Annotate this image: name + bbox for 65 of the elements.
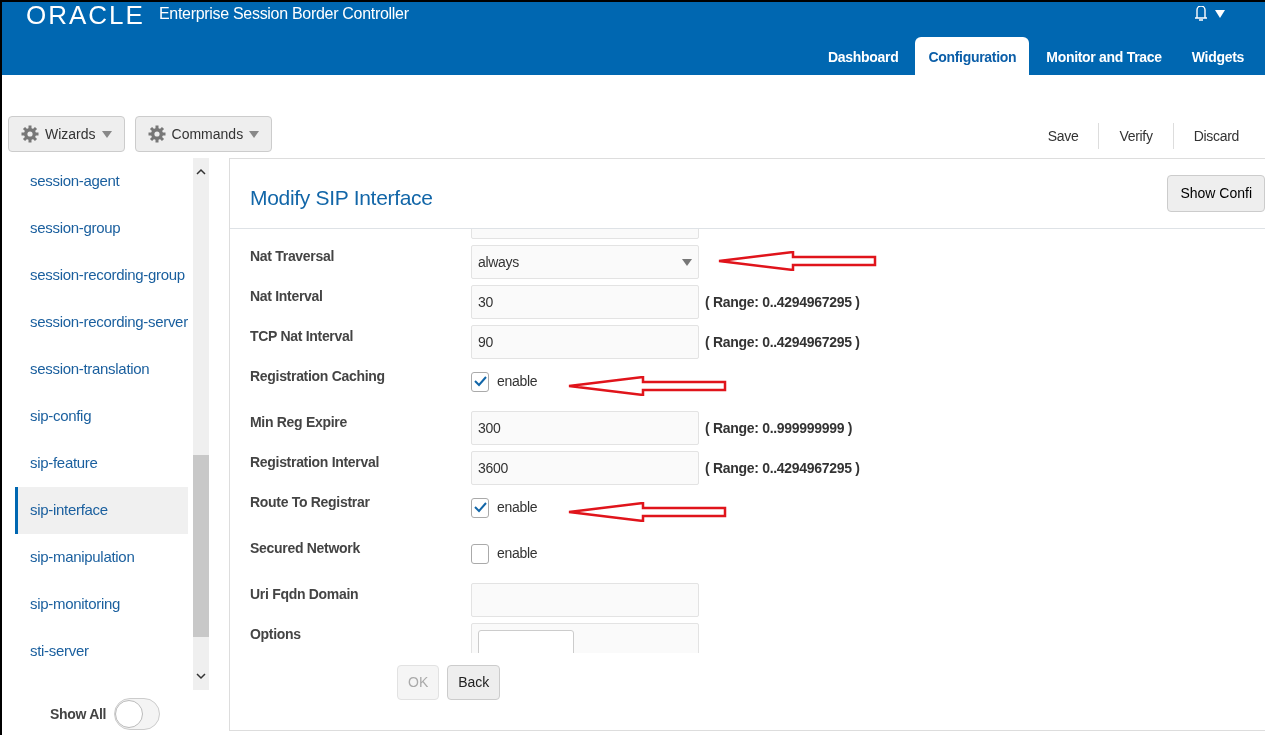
dropdown-caret-icon [682,258,692,266]
sidebar-item[interactable]: session-agent [15,158,188,205]
field-label: Nat Interval [250,287,324,306]
checkbox[interactable] [471,543,489,564]
caret-icon [249,130,260,138]
panel-title: Modify SIP Interface [250,184,433,211]
bell-icon[interactable] [1195,6,1207,22]
sidebar-item[interactable]: session-recording-server [15,299,188,346]
gear-icon [147,125,166,143]
scroll-down-icon[interactable] [196,673,206,680]
checkbox[interactable] [471,497,489,518]
sidebar-item[interactable]: sip-interface [15,487,188,534]
menu-button[interactable]: Wizards [8,116,125,152]
field-label: Min Reg Expire [250,413,348,432]
sidebar-item[interactable]: session-group [15,205,188,252]
checkbox[interactable] [471,371,489,392]
input-field[interactable]: 300 [471,411,699,445]
input-field[interactable]: 3600 [471,451,699,485]
form-button[interactable]: Back [447,665,501,700]
range-hint: ( Range: 0..4294967295 ) [705,459,860,478]
show-config-button[interactable]: Show Confi [1167,175,1265,212]
caret-icon[interactable] [1215,10,1225,18]
input-field[interactable]: 30 [471,285,699,319]
field-label: Secured Network [250,539,361,558]
toolbar-link[interactable]: Verify [1098,123,1173,149]
sidebar-item[interactable]: sti-server [15,628,188,675]
nav-tab[interactable]: Configuration [915,37,1030,75]
nav-tab[interactable]: Widgets [1178,37,1257,75]
select-field[interactable]: always [471,245,699,279]
sidebar-item[interactable]: sip-manipulation [15,534,188,581]
checkbox-label: enable [497,498,538,517]
nav-tab[interactable]: Dashboard [815,37,912,75]
show-all-toggle[interactable] [114,698,161,730]
sidebar-item[interactable]: session-recording-group [15,252,188,299]
range-hint: ( Range: 0..999999999 ) [705,419,853,438]
toolbar-link[interactable]: Discard [1172,123,1259,149]
show-all-label: Show All [50,704,107,724]
input-field[interactable] [471,583,699,617]
product-title: Enterprise Session Border Controller [158,4,409,24]
field-label: Registration Interval [250,453,381,472]
field-label: Options [250,625,302,644]
toolbar-link[interactable]: Save [1027,123,1099,149]
scrollbar[interactable] [193,158,209,690]
checkbox-label: enable [497,544,538,563]
scroll-up-icon[interactable] [196,168,206,175]
caret-icon [101,130,112,138]
sidebar-item[interactable]: sip-config [15,393,188,440]
field-label: TCP Nat Interval [250,327,355,346]
gear-icon [21,125,39,143]
sidebar-item[interactable]: sip-feature [15,440,188,487]
field-label: Route To Registrar [250,493,371,512]
sidebar-item[interactable]: session-translation [15,346,188,393]
range-hint: ( Range: 0..4294967295 ) [705,333,860,352]
field-label: Uri Fqdn Domain [250,585,360,604]
checkbox-label: enable [497,372,538,391]
field-label: Nat Traversal [250,247,336,266]
scrollbar-thumb[interactable] [193,455,209,637]
menu-button[interactable]: Commands [134,116,273,152]
logo: ORACLE [26,2,145,28]
sidebar-item[interactable]: sip-monitoring [15,581,188,628]
list-field[interactable] [471,623,699,653]
field-label: Registration Caching [250,367,386,386]
nav-tab[interactable]: Monitor and Trace [1033,37,1175,75]
input-field[interactable]: 90 [471,325,699,359]
range-hint: ( Range: 0..4294967295 ) [705,293,860,312]
